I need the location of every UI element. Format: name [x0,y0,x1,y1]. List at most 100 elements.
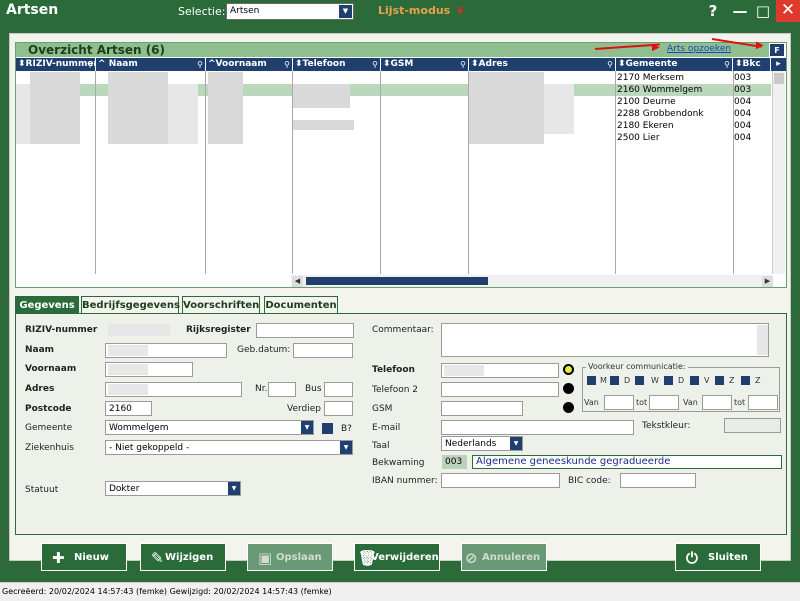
lijst-modus-toggle[interactable]: Lijst-modus [378,4,450,17]
scroll-right-icon[interactable]: ▶ [762,276,773,287]
grid-vertical-scrollbar[interactable] [772,71,785,274]
taal-label: Taal [372,441,390,451]
commentaar-label: Commentaar: [372,325,434,335]
annuleren-button[interactable]: ⊘ Annuleren [461,543,547,571]
pencil-icon: ✎ [151,549,164,567]
gsm-input[interactable] [441,401,523,416]
selectie-dropdown[interactable]: Artsen ▼ [226,3,354,20]
tab-bedrijfsgegevens[interactable]: Bedrijfsgegevens [81,296,180,313]
van2-input[interactable] [702,395,732,410]
chevron-down-icon: ▼ [301,421,313,434]
column-telefoon[interactable]: ⬍Telefoon ⚲ [293,58,381,71]
bekwaming-code: 003 [442,455,467,469]
column-bkc[interactable]: ⬍Bkc [733,58,771,71]
sluiten-button[interactable]: ⏻ Sluiten [675,543,761,571]
selectie-value: Artsen [230,6,260,16]
arrowhead-icon: ▶ [652,42,660,53]
redacted-block [16,84,30,144]
vertical-scroll-thumb[interactable] [774,73,784,84]
nr-label: Nr. [255,384,268,394]
bus-label: Bus [305,384,322,394]
chevron-down-icon: ▼ [339,5,352,18]
tab-voorschriften[interactable]: Voorschriften [182,296,260,313]
plus-icon: ✚ [52,549,65,567]
window-title: Artsen [6,2,59,18]
iban-input[interactable] [441,473,560,488]
telefoon-status-icon [563,364,574,375]
filter-button[interactable]: F [769,43,785,57]
van1-input[interactable] [604,395,634,410]
tekstkleur-picker[interactable] [724,418,781,433]
voorkeur-label: Voorkeur communicatie: [586,362,688,371]
rijksregister-input[interactable] [256,323,354,338]
arts-opzoeken-link[interactable]: Arts opzoeken [667,44,731,54]
column-riziv[interactable]: ⬍RIZIV-nummer ⚲ [16,58,96,71]
column-gemeente[interactable]: ⬍Gemeente ⚲ [616,58,733,71]
day-checkbox[interactable] [741,376,750,385]
scroll-right-icon[interactable]: ▸ [771,58,786,71]
van-label: Van [683,398,698,407]
bic-input[interactable] [620,473,696,488]
telefoon2-input[interactable] [441,382,559,397]
lijst-modus-icon[interactable]: ❦ [456,4,465,17]
day-checkbox[interactable] [715,376,724,385]
redacted-block [544,84,574,134]
day-checkbox[interactable] [664,376,673,385]
help-button[interactable]: ? [702,1,724,21]
postcode-label: Postcode [25,404,72,414]
verdiep-label: Verdiep [287,404,322,414]
chevron-down-icon: ▼ [340,441,352,454]
day-checkbox[interactable] [587,376,596,385]
column-adres[interactable]: ⬍Adres ⚲ [469,58,616,71]
statuut-label: Statuut [25,485,59,495]
minimize-button[interactable]: — [729,1,751,21]
postcode-input[interactable]: 2160 [105,401,152,416]
riziv-field-redacted [108,324,170,336]
verdiep-input[interactable] [324,401,353,416]
day-checkbox[interactable] [690,376,699,385]
scroll-left-icon[interactable]: ◀ [292,276,303,287]
nieuw-button[interactable]: ✚ Nieuw [41,543,127,571]
redacted-block [108,72,168,144]
taal-value: Nederlands [445,439,497,449]
close-button[interactable]: ✕ [776,0,800,22]
column-voornaam[interactable]: ^Voornaam ⚲ [206,58,293,71]
opslaan-button[interactable]: ▣ Opslaan [247,543,333,571]
commentaar-textarea[interactable] [441,323,769,357]
verwijderen-button[interactable]: 🗑 Verwijderen [354,543,440,571]
gebdatum-label: Geb.datum: [237,345,291,355]
email-input[interactable] [441,420,634,435]
gsm-status-icon [563,402,574,413]
redacted-block [292,84,350,108]
bekwaming-value[interactable]: Algemene geneeskunde gegradueerde [472,455,782,469]
tot2-input[interactable] [748,395,778,410]
gebdatum-input[interactable] [293,343,353,358]
statuut-dropdown[interactable]: Dokter ▼ [105,481,241,496]
gemeente-dropdown[interactable]: Wommelgem ▼ [105,420,314,435]
search-icon: ⚲ [372,60,378,69]
taal-dropdown[interactable]: Nederlands ▼ [441,436,523,451]
search-icon: ⚲ [284,60,290,69]
tab-gegevens[interactable]: Gegevens [15,296,79,313]
column-gsm[interactable]: ⬍GSM ⚲ [381,58,469,71]
naam-label: Naam [25,345,55,355]
b-checkbox[interactable] [322,423,333,434]
search-icon: ⚲ [460,60,466,69]
tot1-input[interactable] [649,395,679,410]
ziekenhuis-dropdown[interactable]: - Niet gekoppeld - ▼ [105,440,353,455]
riziv-label: RIZIV-nummer [25,325,98,335]
maximize-button[interactable]: □ [752,1,774,21]
day-checkbox[interactable] [635,376,644,385]
nr-input[interactable] [268,382,296,397]
column-naam[interactable]: ^ Naam ⚲ [96,58,206,71]
telefoon2-label: Telefoon 2 [372,385,419,395]
wijzigen-button[interactable]: ✎ Wijzigen [140,543,226,571]
cancel-icon: ⊘ [465,549,478,567]
horizontal-scroll-thumb[interactable] [306,277,488,285]
tot-label: tot [636,398,648,407]
commentaar-scrollbar[interactable] [757,325,768,355]
bus-input[interactable] [324,382,353,397]
statuut-value: Dokter [109,484,140,494]
tab-documenten[interactable]: Documenten [264,296,338,313]
day-checkbox[interactable] [610,376,619,385]
